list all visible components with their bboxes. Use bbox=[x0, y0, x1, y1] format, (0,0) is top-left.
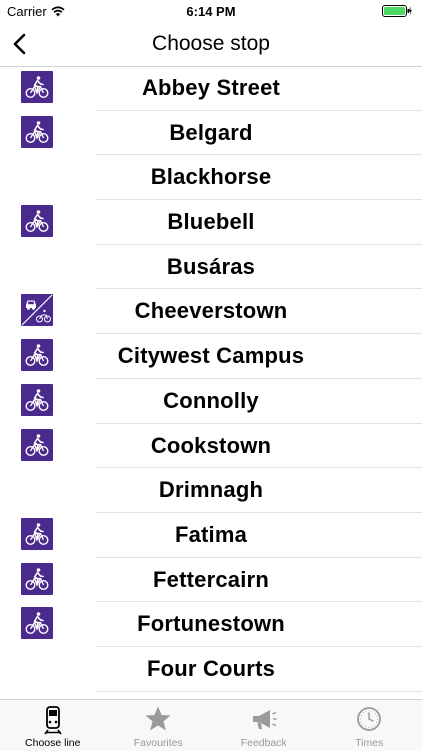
tab-label: Feedback bbox=[211, 737, 317, 749]
stop-row[interactable]: Abbey Street bbox=[0, 66, 422, 111]
megaphone-icon bbox=[250, 705, 278, 738]
stop-row[interactable]: Cheeverstown bbox=[0, 289, 422, 334]
tab-feedback[interactable]: Feedback bbox=[211, 700, 317, 751]
stop-name: Belgard bbox=[0, 120, 422, 146]
clock-icon bbox=[355, 705, 383, 738]
stop-row[interactable]: Busáras bbox=[0, 245, 422, 290]
battery-icon bbox=[382, 5, 412, 20]
tab-favourites[interactable]: Favourites bbox=[106, 700, 212, 751]
stop-name: Bluebell bbox=[0, 209, 422, 235]
stop-row[interactable]: Fettercairn bbox=[0, 558, 422, 603]
stop-row[interactable]: Citywest Campus bbox=[0, 334, 422, 379]
stop-row[interactable]: Fortunestown bbox=[0, 602, 422, 647]
stop-row[interactable]: Four Courts bbox=[0, 647, 422, 692]
stop-row[interactable]: Drimnagh bbox=[0, 468, 422, 513]
tab-label: Times bbox=[317, 737, 422, 749]
stop-row[interactable]: Blackhorse bbox=[0, 155, 422, 200]
tab-bar: Choose line Favourites Feedback Times bbox=[0, 699, 422, 751]
status-time: 6:14 PM bbox=[0, 4, 422, 19]
stop-row[interactable]: Bluebell bbox=[0, 200, 422, 245]
stop-name: Busáras bbox=[0, 254, 422, 280]
stop-name: Connolly bbox=[0, 388, 422, 414]
stop-name: Fortunestown bbox=[0, 611, 422, 637]
stop-row[interactable]: Fatima bbox=[0, 513, 422, 558]
stop-name: Fettercairn bbox=[0, 567, 422, 593]
stop-list[interactable]: Abbey Street Belgard Blackhorse Bluebell B… bbox=[0, 66, 422, 699]
star-icon bbox=[144, 705, 172, 738]
status-bar: Carrier 6:14 PM bbox=[0, 0, 422, 22]
stop-row[interactable]: Connolly bbox=[0, 379, 422, 424]
stop-name: Four Courts bbox=[0, 656, 422, 682]
stop-name: Cookstown bbox=[0, 433, 422, 459]
page-title: Choose stop bbox=[0, 32, 422, 56]
tab-choose-line[interactable]: Choose line bbox=[0, 700, 106, 751]
stop-name: Drimnagh bbox=[0, 477, 422, 503]
stop-row[interactable]: Cookstown bbox=[0, 424, 422, 469]
tab-label: Choose line bbox=[0, 737, 106, 749]
stop-name: Citywest Campus bbox=[0, 343, 422, 369]
stop-name: Cheeverstown bbox=[0, 298, 422, 324]
stop-name: Fatima bbox=[0, 522, 422, 548]
stop-name: Blackhorse bbox=[0, 164, 422, 190]
tab-times[interactable]: Times bbox=[317, 700, 422, 751]
stop-name: Abbey Street bbox=[0, 75, 422, 101]
tram-icon bbox=[40, 705, 66, 740]
navigation-bar: Choose stop bbox=[0, 22, 422, 67]
tab-label: Favourites bbox=[106, 737, 212, 749]
stop-row[interactable]: Belgard bbox=[0, 111, 422, 156]
